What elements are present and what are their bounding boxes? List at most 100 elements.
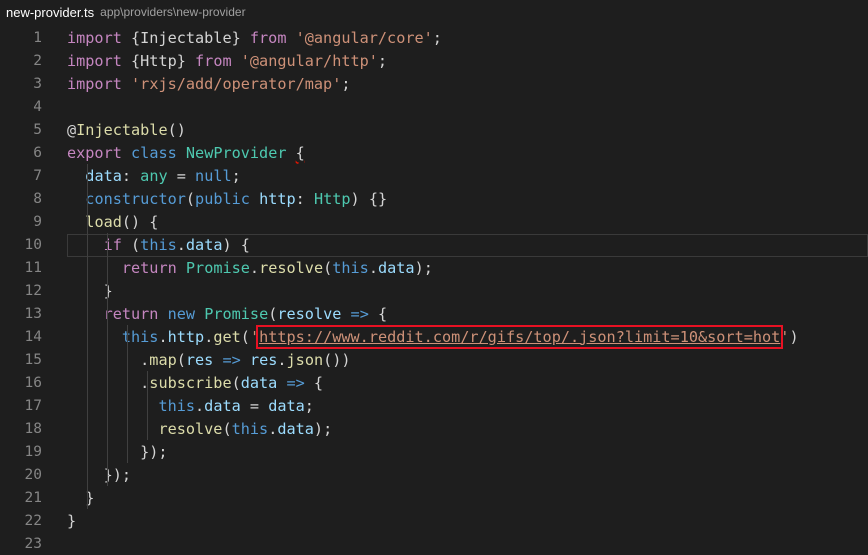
line-number: 20: [24, 466, 42, 483]
line-number: 5: [33, 121, 42, 138]
code-token: }: [67, 511, 77, 530]
code-line[interactable]: 7 data: any = null;: [0, 164, 868, 187]
code-line[interactable]: 12 }: [0, 279, 868, 302]
code-token: class: [131, 143, 177, 162]
code-token: {Http}: [121, 51, 196, 70]
code-line[interactable]: 15 .map(res => res.json()): [0, 348, 868, 371]
code-text[interactable]: return new Promise(resolve => {: [67, 304, 388, 323]
code-token: );: [414, 258, 433, 277]
code-text[interactable]: return Promise.resolve(this.data);: [67, 259, 433, 277]
code-token: {: [304, 373, 324, 392]
file-path-breadcrumb[interactable]: app\providers\new-provider: [100, 5, 245, 19]
code-text[interactable]: .subscribe(data => {: [67, 374, 323, 392]
code-token: :: [295, 189, 314, 208]
code-text[interactable]: .map(res => res.json()): [67, 350, 350, 369]
code-line[interactable]: 5 @Injectable(): [0, 118, 868, 141]
code-token: http: [259, 189, 296, 208]
code-line[interactable]: 3 import 'rxjs/add/operator/map';: [0, 72, 868, 95]
code-text[interactable]: }: [67, 282, 113, 300]
code-token: resolve: [277, 304, 342, 323]
code-line[interactable]: 2 import {Http} from '@angular/http';: [0, 49, 868, 72]
code-text[interactable]: this.data = data;: [67, 396, 313, 415]
code-text[interactable]: }: [67, 512, 76, 530]
code-text[interactable]: });: [67, 466, 131, 484]
code-line[interactable]: 23: [0, 532, 868, 555]
line-number: 11: [24, 259, 42, 276]
editor-tab-header: new-provider.ts app\providers\new-provid…: [0, 0, 868, 24]
code-token: () {: [121, 212, 159, 231]
code-text[interactable]: @Injectable(): [67, 121, 186, 139]
highlighted-url[interactable]: https://www.reddit.com/r/gifs/top/.json?…: [256, 324, 784, 349]
code-token: =: [167, 166, 196, 185]
code-text[interactable]: export class NewProvider {: [67, 144, 305, 162]
line-number: 2: [33, 52, 42, 69]
code-token: (: [231, 373, 241, 392]
code-token: Promise: [204, 304, 269, 323]
code-text[interactable]: import {Http} from '@angular/http';: [67, 52, 387, 70]
code-text[interactable]: });: [67, 443, 167, 461]
line-number: 13: [24, 305, 42, 322]
code-token: this: [332, 258, 369, 277]
code-line[interactable]: 9 load() {: [0, 210, 868, 233]
line-number: 21: [24, 489, 42, 506]
code-line[interactable]: 13 return new Promise(resolve => {: [0, 302, 868, 325]
indent-guide: [147, 371, 148, 440]
code-text[interactable]: load() {: [67, 213, 158, 231]
code-line[interactable]: 4: [0, 95, 868, 118]
code-token: subscribe: [149, 373, 232, 392]
code-token: .: [204, 327, 214, 346]
code-text[interactable]: import {Injectable} from '@angular/core'…: [67, 29, 442, 47]
code-token: data: [277, 419, 314, 438]
code-text[interactable]: import 'rxjs/add/operator/map';: [67, 75, 351, 93]
code-token: .: [249, 258, 260, 277]
line-number: 9: [33, 213, 42, 230]
code-token: (: [176, 350, 186, 369]
code-token: ;: [231, 166, 241, 185]
code-line[interactable]: 21 }: [0, 486, 868, 509]
code-token: (: [240, 327, 250, 346]
code-line[interactable]: 20 });: [0, 463, 868, 486]
line-number: 17: [24, 397, 42, 414]
code-token: =>: [222, 350, 241, 369]
code-line[interactable]: 8 constructor(public http: Http) {}: [0, 187, 868, 210]
code-token: data: [268, 396, 305, 415]
code-line[interactable]: 1 import {Injectable} from '@angular/core…: [0, 26, 868, 49]
code-line[interactable]: 14 this.http.get('https://www.reddit.com…: [0, 324, 868, 349]
code-token: public: [195, 189, 250, 208]
line-number: 23: [24, 535, 42, 552]
code-line[interactable]: 22}: [0, 509, 868, 532]
code-token: NewProvider: [185, 143, 287, 162]
code-token: 'rxjs/add/operator/map': [131, 74, 342, 93]
code-line[interactable]: 18 resolve(this.data);: [0, 417, 868, 440]
code-text[interactable]: constructor(public http: Http) {}: [67, 190, 387, 208]
code-line[interactable]: 16 .subscribe(data => {: [0, 371, 868, 394]
code-token: http: [167, 327, 205, 346]
code-text[interactable]: }: [67, 489, 94, 507]
code-token: (): [167, 120, 186, 139]
code-line[interactable]: 11 return Promise.resolve(this.data);: [0, 256, 868, 279]
code-token: );: [313, 419, 333, 438]
line-number: 7: [33, 167, 42, 184]
code-token: this: [231, 419, 269, 438]
file-name[interactable]: new-provider.ts: [6, 5, 94, 20]
line-number: 19: [24, 443, 42, 460]
code-line[interactable]: 6 export class NewProvider {: [0, 141, 868, 164]
code-token: data: [240, 373, 278, 392]
code-token: (: [268, 304, 278, 323]
code-line[interactable]: 17 this.data = data;: [0, 394, 868, 417]
code-editor[interactable]: 1 import {Injectable} from '@angular/core…: [0, 26, 868, 553]
code-text[interactable]: this.http.get('https://www.reddit.com/r/…: [67, 324, 799, 349]
code-text[interactable]: data: any = null;: [67, 166, 241, 185]
code-token: res: [249, 350, 278, 369]
code-token: @: [67, 120, 77, 139]
code-token: .: [67, 373, 150, 392]
code-line[interactable]: 19 });: [0, 440, 868, 463]
code-token: null: [195, 166, 232, 185]
